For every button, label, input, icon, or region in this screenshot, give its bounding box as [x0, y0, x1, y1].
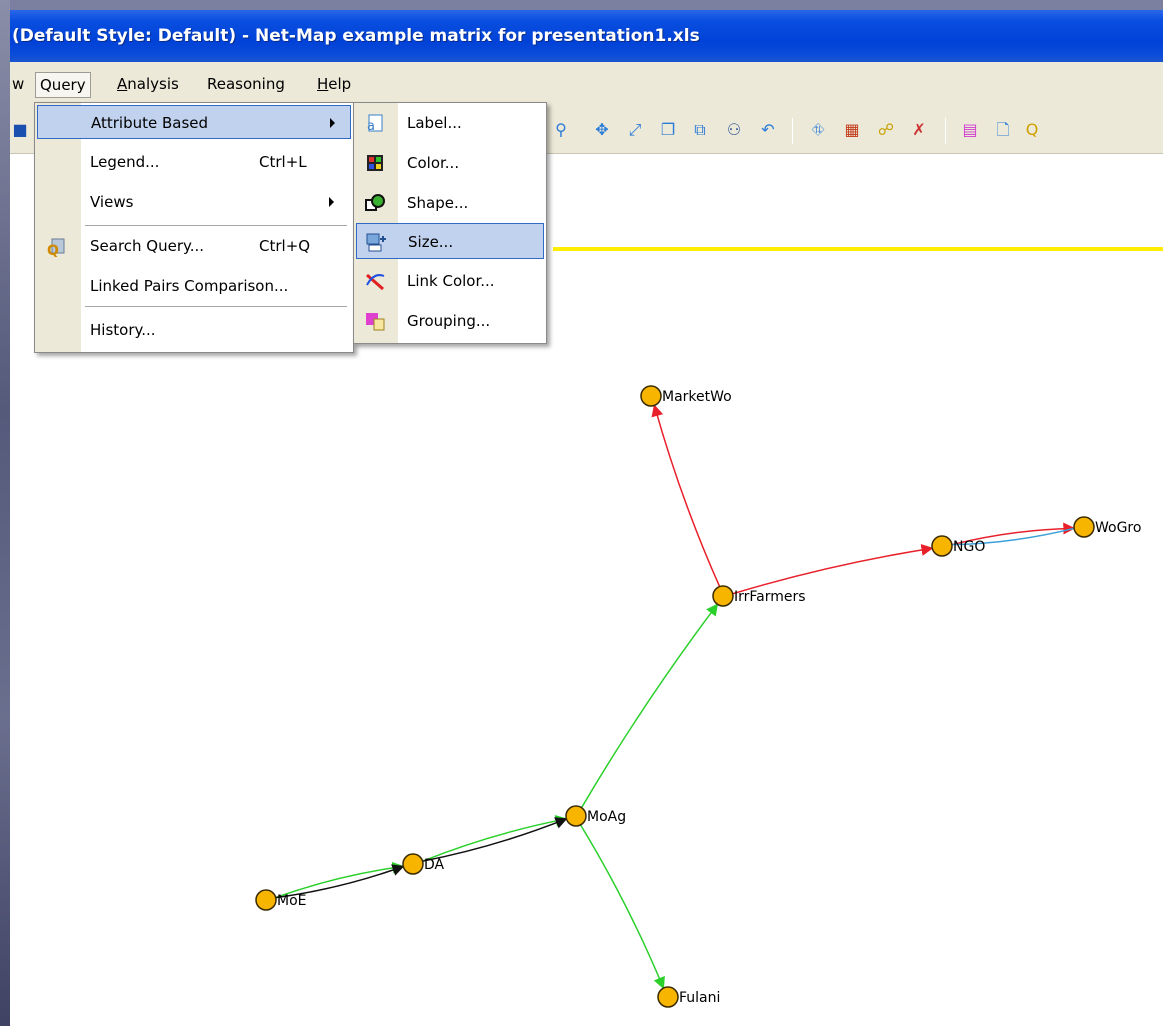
svg-text:Q: Q: [47, 243, 59, 257]
node-label-moe: MoE: [277, 893, 307, 909]
submenu-arrow-icon: [329, 197, 334, 207]
menu-separator: [85, 306, 347, 307]
slide-left-edge: [0, 0, 10, 1026]
menu-view[interactable]: w: [10, 72, 28, 98]
slide-top-edge: [0, 0, 1163, 10]
menu-item-history[interactable]: History...: [37, 313, 351, 347]
query-tool-icon[interactable]: Q: [1022, 120, 1042, 140]
node-fulani[interactable]: [657, 986, 679, 1008]
node-label-irrfarmers: IrrFarmers: [734, 589, 806, 605]
menu-item-label: Linked Pairs Comparison...: [90, 277, 289, 295]
node-marketwo[interactable]: [640, 385, 662, 407]
submenu-item-text: Grouping...: [407, 312, 491, 330]
menu-item-shortcut: Ctrl+Q: [259, 237, 311, 255]
zoom-icon[interactable]: ⚲: [551, 120, 571, 140]
line-tool-icon[interactable]: ⤢: [625, 120, 645, 140]
svg-text:a: a: [367, 119, 375, 134]
label-tool-icon[interactable]: 🗋: [993, 120, 1013, 140]
find-icon[interactable]: ⚇: [724, 120, 744, 140]
toolbar-separator: [792, 118, 793, 144]
menu-item-linked-pairs[interactable]: Linked Pairs Comparison...: [37, 269, 351, 303]
attribute-based-submenu: a Label... Color... Shape... Size... Lin…: [353, 102, 547, 344]
toolbar-separator: [945, 118, 946, 144]
submenu-arrow-icon: [330, 118, 335, 128]
node-wogro[interactable]: [1073, 516, 1095, 538]
menu-item-label: History...: [90, 321, 156, 339]
edge-moag-irrfarmers[interactable]: [580, 603, 719, 809]
submenu-item-grouping[interactable]: Grouping...: [356, 303, 544, 339]
size-icon: [365, 231, 387, 253]
menu-query[interactable]: Query: [35, 72, 91, 98]
edge-da-moag[interactable]: [422, 815, 568, 862]
node-da[interactable]: [402, 853, 424, 875]
node-label-da: DA: [424, 857, 445, 873]
submenu-item-text: Color...: [407, 154, 460, 172]
submenu-item-link-color[interactable]: Link Color...: [356, 263, 544, 299]
menu-item-attribute-based[interactable]: Attribute Based: [37, 105, 351, 139]
node-label-ngo: NGO: [953, 539, 985, 555]
submenu-item-text: Label...: [407, 114, 462, 132]
submenu-item-shape[interactable]: Shape...: [356, 185, 544, 221]
copy-node-icon[interactable]: ❐: [658, 120, 678, 140]
node-label-marketwo: MarketWo: [662, 389, 732, 405]
menu-item-search-query[interactable]: Q Search Query... Ctrl+Q: [37, 229, 351, 263]
submenu-item-text: Link Color...: [407, 272, 495, 290]
graph-layout-icon[interactable]: ☍: [876, 120, 896, 140]
shape-icon: [364, 192, 386, 214]
node-ngo[interactable]: [931, 535, 953, 557]
undo-icon[interactable]: ↶: [758, 120, 778, 140]
save-icon[interactable]: ■: [10, 120, 30, 140]
submenu-item-color[interactable]: Color...: [356, 145, 544, 181]
node-label-fulani: Fulani: [679, 990, 720, 1006]
menu-reasoning[interactable]: Reasoning: [203, 72, 289, 98]
submenu-item-label[interactable]: a Label...: [356, 105, 544, 141]
palette-icon[interactable]: ▦: [842, 120, 862, 140]
menu-separator: [85, 225, 347, 226]
menu-item-label: Views: [90, 193, 134, 211]
menu-item-label: Attribute Based: [91, 114, 209, 132]
pan-icon[interactable]: ✥: [592, 120, 612, 140]
node-label-moag: MoAg: [587, 809, 626, 825]
edge-irrfarmers-marketwo[interactable]: [651, 404, 721, 587]
edge-da-moag[interactable]: [422, 817, 568, 862]
edge-moag-fulani[interactable]: [579, 824, 665, 990]
node-moag[interactable]: [565, 805, 587, 827]
submenu-item-text: Shape...: [407, 194, 469, 212]
menu-item-shortcut: Ctrl+L: [259, 153, 307, 171]
grouping-icon: [364, 310, 386, 332]
remove-link-icon[interactable]: ✗: [909, 120, 929, 140]
group-node-icon[interactable]: ⧉: [690, 120, 710, 140]
menu-analysis[interactable]: Analysis: [113, 72, 183, 98]
node-label-wogro: WoGro: [1095, 520, 1141, 536]
title-bar: (Default Style: Default) - Net-Map examp…: [10, 10, 1163, 62]
menu-help[interactable]: Help: [313, 72, 355, 98]
menu-item-views[interactable]: Views: [37, 185, 351, 219]
node-irrfarmers[interactable]: [712, 585, 734, 607]
color-icon: [364, 152, 386, 174]
grouping-tool-icon[interactable]: ▤: [960, 120, 980, 140]
menu-item-label: Search Query...: [90, 237, 205, 255]
query-menu: Attribute Based Legend... Ctrl+L Views Q…: [34, 102, 354, 353]
app-window: (Default Style: Default) - Net-Map examp…: [10, 10, 1163, 1026]
window-title: (Default Style: Default) - Net-Map examp…: [12, 26, 700, 46]
network-icon[interactable]: ⛗: [808, 120, 828, 140]
search-query-icon: Q: [46, 237, 66, 259]
label-icon: a: [364, 112, 386, 134]
link-color-icon: [364, 270, 386, 292]
node-moe[interactable]: [255, 889, 277, 911]
submenu-item-text: Size...: [408, 233, 454, 251]
menu-item-label: Legend...: [90, 153, 160, 171]
submenu-item-size[interactable]: Size...: [356, 223, 544, 259]
edge-irrfarmers-ngo[interactable]: [732, 543, 934, 595]
menu-item-legend[interactable]: Legend... Ctrl+L: [37, 145, 351, 179]
